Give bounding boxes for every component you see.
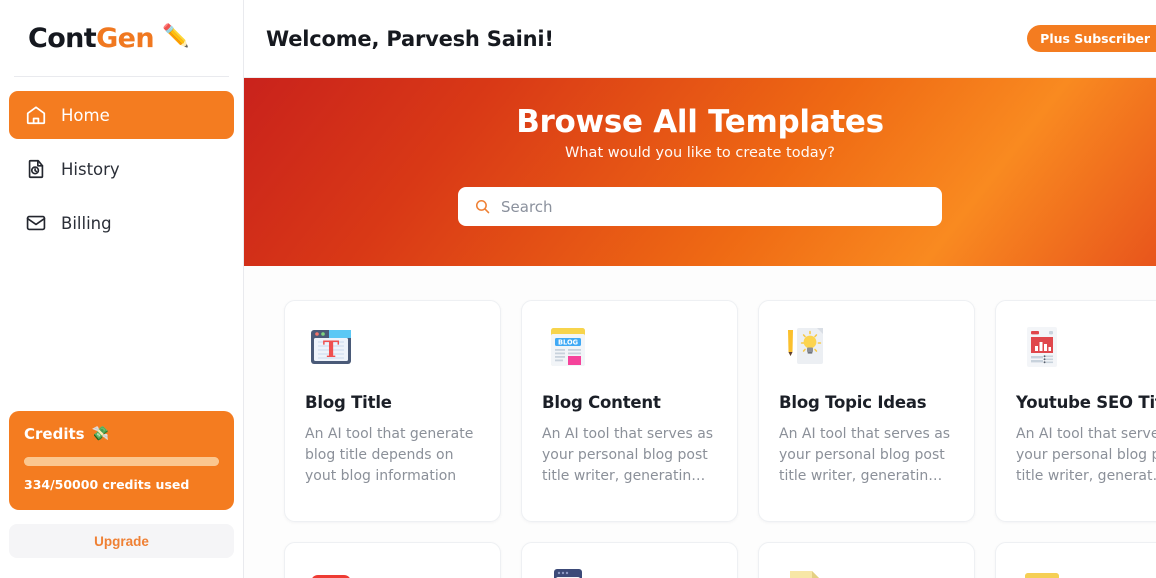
- credits-card: Credits 💸 334/50000 credits used: [9, 411, 234, 510]
- youtube-icon: [305, 563, 357, 578]
- template-card-title: Blog Content: [542, 393, 661, 412]
- template-card[interactable]: Youtube SEO Title An AI tool that serves…: [995, 300, 1156, 522]
- template-card[interactable]: Blog Topic Ideas An AI tool that serves …: [758, 300, 975, 522]
- document-pen-icon: [779, 563, 831, 578]
- template-card[interactable]: [758, 542, 975, 578]
- billing-icon: [25, 212, 47, 234]
- home-icon: [25, 104, 47, 126]
- upgrade-button[interactable]: Upgrade: [9, 524, 234, 558]
- sidebar-item-billing[interactable]: Billing: [9, 199, 234, 247]
- hero-banner: Browse All Templates What would you like…: [244, 78, 1156, 266]
- hero-subtitle: What would you like to create today?: [565, 145, 835, 161]
- main-content: Welcome, Parvesh Saini! Plus Subscriber …: [244, 0, 1156, 578]
- sidebar-item-history-label: History: [61, 159, 120, 179]
- pencil-icon: ✏️: [162, 24, 190, 49]
- svg-text:BLOG: BLOG: [558, 338, 578, 346]
- template-card-description: An AI tool that generate blog title depe…: [305, 426, 474, 484]
- template-card[interactable]: [521, 542, 738, 578]
- template-card-title: Youtube SEO Title: [1016, 393, 1156, 412]
- sidebar-item-home[interactable]: Home: [9, 91, 234, 139]
- sidebar-item-billing-label: Billing: [61, 213, 112, 233]
- template-card-description: An AI tool that serves as your personal …: [1016, 426, 1156, 484]
- search-input[interactable]: [501, 197, 926, 216]
- template-card-title: Blog Topic Ideas: [779, 393, 927, 412]
- template-card[interactable]: BLOG Blog Content An AI tool that serves…: [521, 300, 738, 522]
- topbar: Welcome, Parvesh Saini! Plus Subscriber …: [244, 0, 1156, 78]
- sidebar-item-home-label: Home: [61, 105, 110, 125]
- template-card-description: An AI tool that serves as your personal …: [779, 426, 951, 484]
- blog-content-icon: BLOG: [542, 321, 594, 373]
- template-card[interactable]: T Blog Title An AI tool that generate bl…: [284, 300, 501, 522]
- search-bar[interactable]: [458, 187, 942, 226]
- templates-grid: T Blog Title An AI tool that generate bl…: [284, 300, 1156, 522]
- template-card[interactable]: [284, 542, 501, 578]
- brand-name: ContGen: [28, 22, 155, 54]
- svg-text:T: T: [323, 337, 340, 363]
- sidebar-nav: Home History Billing: [0, 77, 243, 247]
- history-icon: [25, 158, 47, 180]
- welcome-title: Welcome, Parvesh Saini!: [266, 26, 554, 51]
- money-wings-icon: 💸: [91, 426, 109, 442]
- brand-name-part2: Gen: [96, 22, 155, 54]
- template-card-title: Blog Title: [305, 393, 392, 412]
- youtube-seo-icon: [1016, 321, 1068, 373]
- blog-topic-ideas-icon: [779, 321, 831, 373]
- notes-icon: [1016, 563, 1068, 578]
- credits-used-label: 334/50000 credits used: [24, 477, 190, 492]
- template-card[interactable]: [995, 542, 1156, 578]
- plus-subscriber-label: Plus Subscriber: [1040, 31, 1151, 46]
- credits-title: Credits 💸: [24, 425, 219, 443]
- plus-subscriber-badge[interactable]: Plus Subscriber ⭐: [1027, 25, 1156, 52]
- credits-progress-fill: [24, 457, 219, 466]
- hero-title: Browse All Templates: [516, 104, 884, 140]
- blog-title-icon: T: [305, 321, 357, 373]
- brand-logo[interactable]: ContGen ✏️: [0, 0, 243, 76]
- credits-progress-bar: [24, 457, 219, 466]
- sidebar: ContGen ✏️ Home History Billing Credits …: [0, 0, 244, 578]
- template-card-description: An AI tool that serves as your personal …: [542, 426, 714, 484]
- templates-grid-row2: [284, 542, 1156, 578]
- credits-title-label: Credits: [24, 425, 85, 443]
- brand-name-part1: Cont: [28, 22, 97, 54]
- app-root: ContGen ✏️ Home History Billing Credits …: [0, 0, 1156, 578]
- sidebar-item-history[interactable]: History: [9, 145, 234, 193]
- templates-grid-area: T Blog Title An AI tool that generate bl…: [244, 266, 1156, 578]
- instagram-post-icon: [542, 563, 594, 578]
- search-icon: [474, 198, 491, 215]
